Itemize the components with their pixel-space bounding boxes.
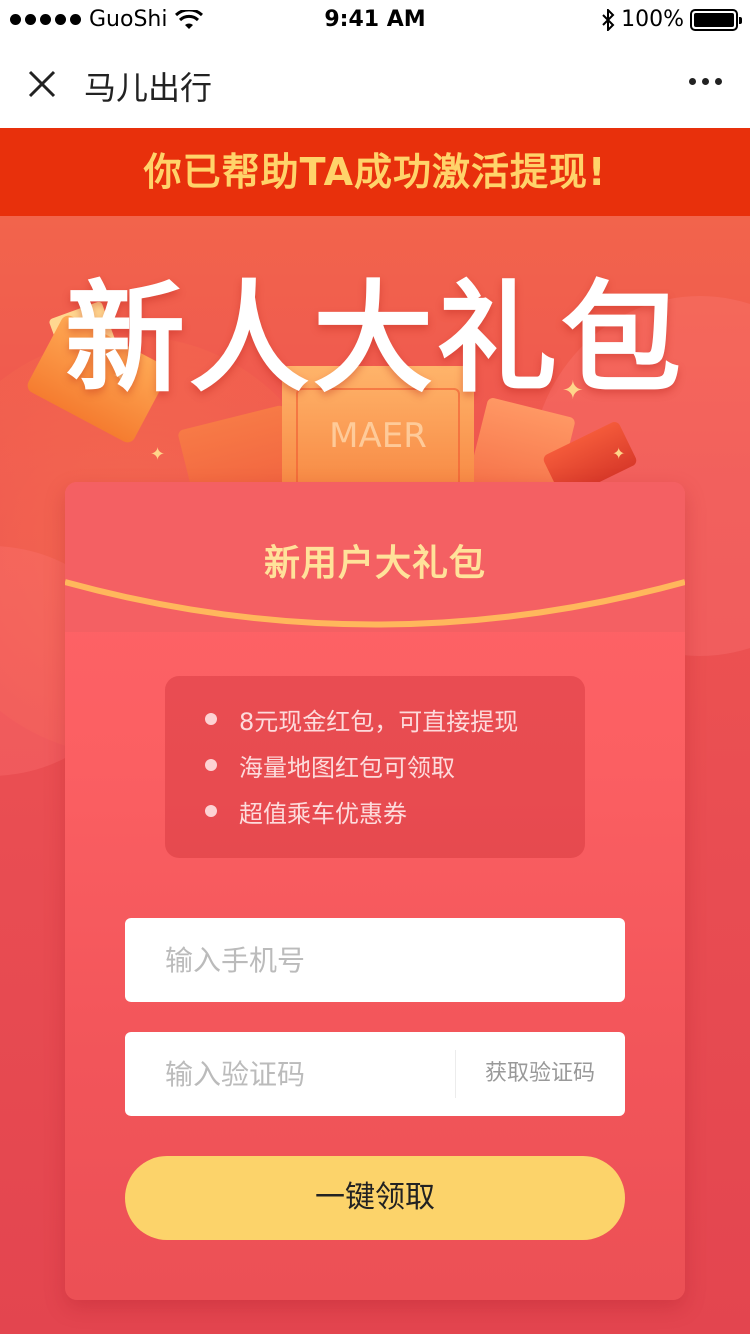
close-icon[interactable] [22,64,62,104]
list-item: 超值乘车优惠券 [165,788,585,834]
bullet-icon [205,759,217,771]
ticket-logo-text: MAER [329,416,427,456]
bluetooth-icon [602,8,615,31]
benefit-text: 8元现金红包，可直接提现 [239,707,519,736]
phone-field [125,918,625,1002]
verification-code-input[interactable] [165,1032,445,1116]
success-banner: 你已帮助TA成功激活提现! [0,128,750,216]
card-title: 新用户大礼包 [263,543,486,584]
battery-icon [690,8,742,31]
nav-bar: 马儿出行 [0,40,750,128]
hero-title: 新人大礼包 [65,270,685,409]
bullet-icon [205,805,217,817]
list-item: 8元现金红包，可直接提现 [165,696,585,742]
sparkle-icon: ✦ [612,444,626,463]
phone-input[interactable] [165,918,585,1002]
sparkle-icon: ✦ [150,444,166,465]
benefits-list: 8元现金红包，可直接提现 海量地图红包可领取 超值乘车优惠券 [165,676,585,858]
status-bar: GuoShi 9:41 AM 100% [0,0,750,40]
bullet-icon [205,713,217,725]
more-icon[interactable] [689,78,722,85]
benefit-text: 超值乘车优惠券 [239,799,407,828]
code-field: 获取验证码 [125,1032,625,1116]
gift-card: 新用户大礼包 8元现金红包，可直接提现 海量地图红包可领取 超值乘车优惠券 获取… [65,482,685,1300]
battery-percent: 100% [621,7,684,32]
get-code-button[interactable]: 获取验证码 [455,1032,625,1116]
benefit-text: 海量地图红包可领取 [239,753,455,782]
card-curve [65,577,685,628]
claim-button[interactable]: 一键领取 [125,1156,625,1240]
status-right: 100% [601,7,742,32]
page-title: 马儿出行 [84,69,213,107]
list-item: 海量地图红包可领取 [165,742,585,788]
